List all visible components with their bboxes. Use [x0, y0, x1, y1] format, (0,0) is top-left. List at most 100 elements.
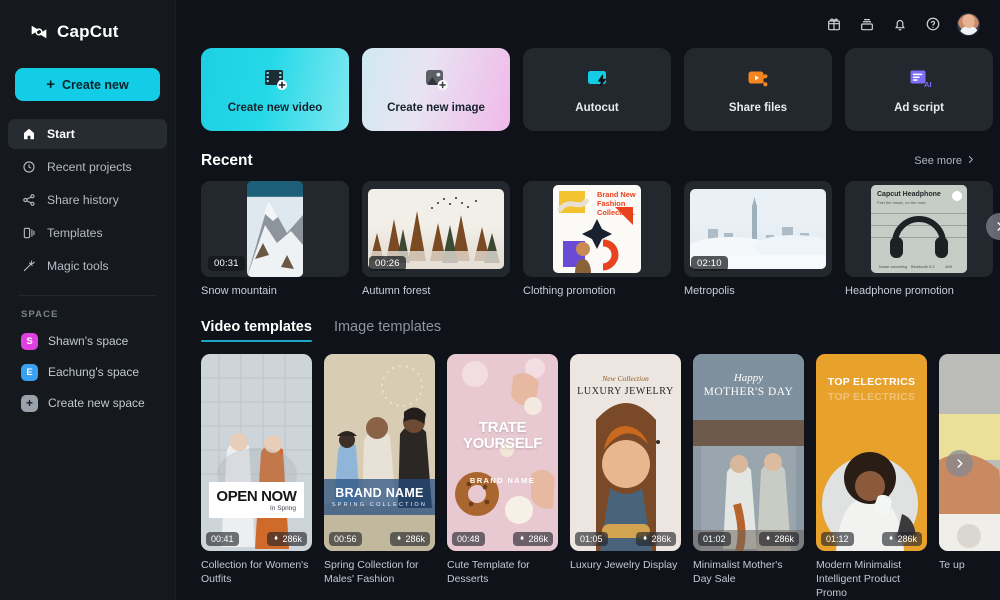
page-title: Recent — [201, 152, 253, 169]
create-new-image-card[interactable]: Create new image — [362, 48, 510, 131]
template-card[interactable]: New Collection LUXURY JEWELRY 01:05 286k — [570, 354, 681, 600]
autocut-icon — [583, 65, 611, 93]
avatar[interactable] — [957, 12, 980, 36]
template-title: Collection for Women's Outfits — [201, 559, 309, 586]
template-title: Modern Minimalist Intelligent Product Pr… — [816, 559, 902, 600]
action-label: Autocut — [575, 102, 619, 114]
action-cards: Create new video Create new image Autocu… — [201, 48, 1000, 131]
recent-title: Clothing promotion — [523, 285, 616, 297]
template-card[interactable]: TRATE YOURSELF BRAND NAME 00:48 286k Cut… — [447, 354, 558, 600]
template-thumbnail — [939, 354, 1000, 551]
ad-script-card[interactable]: AI Ad script — [845, 48, 993, 131]
svg-text:Capcut Headphone: Capcut Headphone — [877, 191, 941, 198]
recent-thumbnail: 02:10 — [684, 181, 832, 277]
headphone-promo-image: Capcut Headphone Feel the music, on the … — [871, 185, 967, 273]
autocut-card[interactable]: Autocut — [523, 48, 671, 131]
likes-count: 286k — [774, 534, 794, 544]
help-icon[interactable] — [924, 16, 941, 33]
sidebar-item-recent-projects[interactable]: Recent projects — [8, 152, 167, 182]
template-thumbnail: Happy MOTHER'S DAY 01:02 286k — [693, 354, 804, 551]
capcut-logo-icon — [28, 21, 50, 43]
create-new-button[interactable]: + Create new — [15, 68, 160, 101]
template-card-partial[interactable]: Te up — [939, 354, 1000, 600]
content-area: Create new video Create new image Autocu… — [176, 48, 1000, 600]
fire-icon — [272, 534, 279, 544]
template-card[interactable]: BRAND NAME SPRING COLLECTION 00:56 286k — [324, 354, 435, 600]
template-card[interactable]: TOP ELECTRICS TOP ELECTRICS 01:12 286k M… — [816, 354, 927, 600]
templates-carousel: OPEN NOW In Spring 00:41 286k Collection… — [201, 354, 1000, 600]
likes-badge: 286k — [759, 532, 799, 546]
clothing-promo-image: Brand New Fashion Collection. — [553, 185, 641, 273]
template-thumbnail: BRAND NAME SPRING COLLECTION 00:56 286k — [324, 354, 435, 551]
create-new-space-button[interactable]: + Create new space — [8, 389, 167, 417]
sidebar-item-label: Magic tools — [47, 259, 109, 273]
template-title: Luxury Jewelry Display — [570, 559, 678, 571]
templates-icon — [21, 226, 36, 241]
see-more-link[interactable]: See more — [914, 155, 975, 167]
bell-icon[interactable] — [891, 16, 908, 33]
templates-next-button[interactable] — [946, 450, 973, 477]
template-thumbnail: New Collection LUXURY JEWELRY 01:05 286k — [570, 354, 681, 551]
sidebar-item-start[interactable]: Start — [8, 119, 167, 149]
action-label: Ad script — [894, 102, 944, 114]
sidebar: CapCut + Create new Start Recent project… — [0, 0, 176, 600]
template-badges: 00:48 286k — [447, 532, 558, 546]
inbox-icon[interactable] — [858, 16, 875, 33]
snow-mountain-image — [247, 181, 303, 277]
recent-card[interactable]: 02:10 Metropolis — [684, 181, 832, 297]
space-item-shawn[interactable]: S Shawn's space — [8, 327, 167, 355]
duration-badge: 00:56 — [329, 532, 362, 546]
recent-title: Metropolis — [684, 285, 735, 297]
template-badges: 01:02 286k — [693, 532, 804, 546]
recent-thumbnail: 00:31 — [201, 181, 349, 277]
recent-thumbnail: Capcut Headphone Feel the music, on the … — [845, 181, 993, 277]
fire-icon — [887, 534, 894, 544]
svg-text:Fashion: Fashion — [597, 199, 626, 208]
duration-badge: 00:31 — [208, 256, 245, 271]
recent-card[interactable]: Capcut Headphone Feel the music, on the … — [845, 181, 993, 297]
chevron-right-icon — [966, 155, 975, 167]
template-thumbnail: OPEN NOW In Spring 00:41 286k — [201, 354, 312, 551]
sidebar-item-share-history[interactable]: Share history — [8, 185, 167, 215]
recent-card[interactable]: 00:26 Autumn forest — [362, 181, 510, 297]
sidebar-item-magic-tools[interactable]: Magic tools — [8, 251, 167, 281]
template-badges: 00:41 286k — [201, 532, 312, 546]
likes-count: 286k — [528, 534, 548, 544]
likes-badge: 286k — [636, 532, 676, 546]
fire-icon — [641, 534, 648, 544]
recent-card[interactable]: 00:31 Snow mountain — [201, 181, 349, 297]
template-badges: 00:56 286k — [324, 532, 435, 546]
gift-icon[interactable] — [825, 16, 842, 33]
svg-text:40H: 40H — [945, 264, 952, 269]
fire-icon — [764, 534, 771, 544]
template-thumbnail: TRATE YOURSELF BRAND NAME 00:48 286k — [447, 354, 558, 551]
clock-icon — [21, 160, 36, 175]
template-card[interactable]: Happy MOTHER'S DAY 01:02 286k Minimalist… — [693, 354, 804, 600]
space-label: Eachung's space — [48, 365, 140, 379]
sidebar-item-templates[interactable]: Templates — [8, 218, 167, 248]
template-title: Te up — [939, 559, 965, 571]
film-plus-icon — [261, 65, 289, 93]
recent-title: Snow mountain — [201, 285, 277, 297]
template-title: Cute Template for Desserts — [447, 559, 530, 586]
fire-icon — [395, 534, 402, 544]
recent-section-header: Recent See more — [201, 131, 1000, 170]
sidebar-item-label: Share history — [47, 193, 119, 207]
recent-card[interactable]: Brand New Fashion Collection. Clothing p… — [523, 181, 671, 297]
space-item-eachung[interactable]: E Eachung's space — [8, 358, 167, 386]
template-thumbnail: TOP ELECTRICS TOP ELECTRICS 01:12 286k — [816, 354, 927, 551]
likes-count: 286k — [405, 534, 425, 544]
duration-badge: 01:12 — [821, 532, 854, 546]
space-label: Shawn's space — [48, 334, 129, 348]
duration-badge: 01:05 — [575, 532, 608, 546]
template-card[interactable]: OPEN NOW In Spring 00:41 286k Collection… — [201, 354, 312, 600]
brand-name: CapCut — [57, 22, 119, 41]
sidebar-nav: Start Recent projects Share history Temp… — [8, 119, 167, 281]
create-new-video-card[interactable]: Create new video — [201, 48, 349, 131]
plus-icon: + — [46, 76, 56, 93]
tab-image-templates[interactable]: Image templates — [334, 319, 441, 342]
duration-badge: 01:02 — [698, 532, 731, 546]
tab-video-templates[interactable]: Video templates — [201, 319, 312, 342]
brand-logo[interactable]: CapCut — [0, 0, 175, 48]
share-files-card[interactable]: Share files — [684, 48, 832, 131]
